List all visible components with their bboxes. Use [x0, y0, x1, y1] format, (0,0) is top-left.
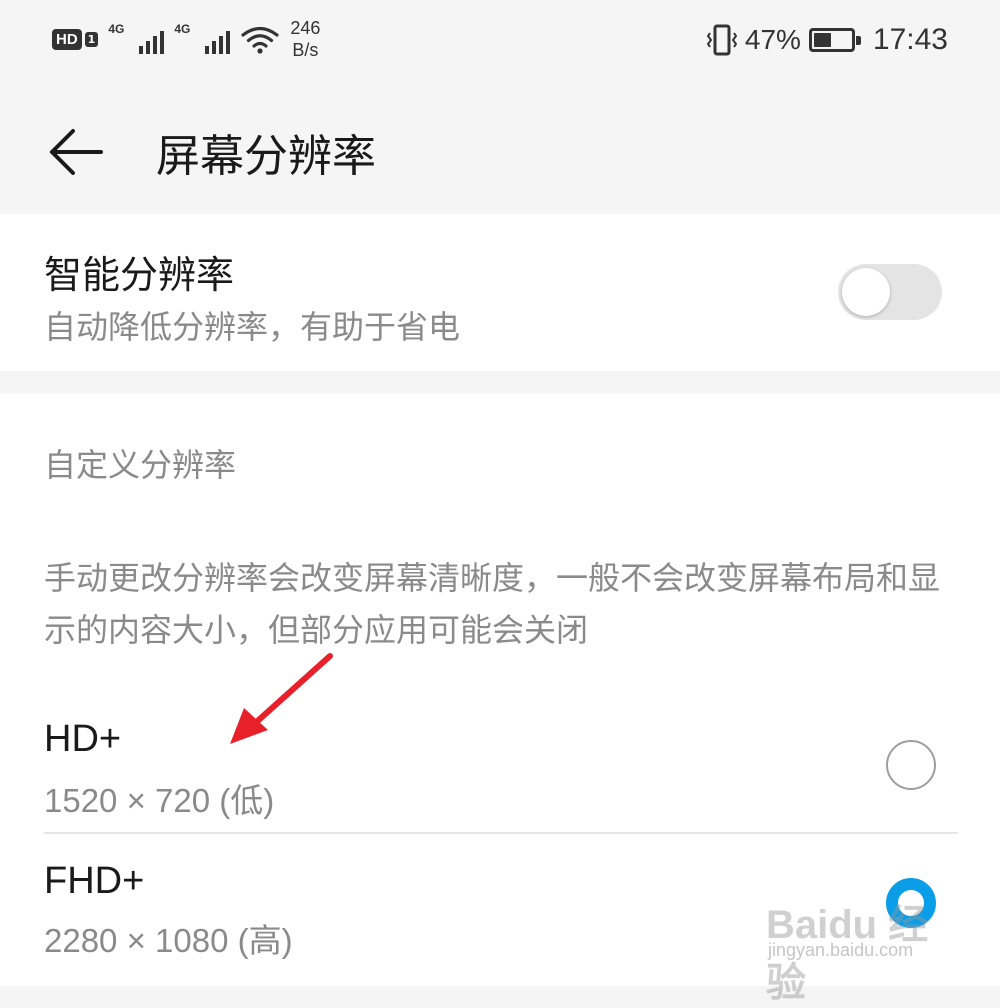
option-hd-plus-subtitle: 1520 × 720 (低) [44, 782, 275, 819]
status-bar: HD 1 4G 4G 246 B/s 47% 17:43 [0, 0, 1000, 80]
smart-resolution-toggle[interactable] [838, 264, 942, 320]
network-speed-unit: B/s [292, 40, 319, 60]
app-bar: 屏幕分辨率 [0, 80, 1000, 214]
option-fhd-plus-subtitle: 2280 × 1080 (高) [44, 922, 293, 959]
vibrate-icon [706, 24, 737, 56]
hd-sim-number: 1 [84, 31, 99, 47]
back-button[interactable] [42, 118, 110, 186]
battery-percent: 47% [744, 24, 801, 55]
clock: 17:43 [872, 23, 948, 56]
status-bar-left: HD 1 4G 4G 246 B/s [52, 14, 320, 64]
hd-voice-icon: HD 1 [52, 28, 99, 50]
watermark-url: jingyan.baidu.com [768, 940, 914, 960]
smart-resolution-title: 智能分辨率 [44, 253, 235, 297]
list-divider [44, 832, 958, 834]
battery-level-fill [813, 33, 831, 47]
battery-icon [808, 28, 861, 52]
arrow-left-icon [50, 129, 103, 175]
option-hd-plus-title[interactable]: HD+ [44, 718, 121, 761]
network-speed-value: 246 [290, 18, 321, 38]
smart-resolution-subtitle: 自动降低分辨率，有助于省电 [44, 308, 461, 346]
custom-resolution-header: 自定义分辨率 [44, 446, 237, 484]
network-speed: 246 B/s [290, 17, 320, 61]
custom-resolution-description: 手动更改分辨率会改变屏幕清晰度，一般不会改变屏幕布局和显示的内容大小，但部分应用… [44, 559, 941, 649]
option-fhd-plus-title[interactable]: FHD+ [44, 860, 144, 903]
option-hd-plus-radio[interactable] [886, 740, 936, 790]
hd-label: HD [52, 28, 82, 50]
status-bar-right: 47% 17:43 [706, 16, 948, 64]
baidu-jingyan-watermark: Baidu 经验 jingyan.baidu.com [766, 878, 966, 1005]
wifi-icon [241, 26, 279, 54]
network-type-label: 4G [108, 22, 125, 36]
cellular-signal-icon: 4G [174, 22, 231, 56]
network-type-label: 4G [174, 22, 191, 36]
toggle-knob [842, 268, 890, 316]
page-title: 屏幕分辨率 [156, 131, 376, 182]
cellular-signal-icon: 4G [108, 22, 165, 56]
